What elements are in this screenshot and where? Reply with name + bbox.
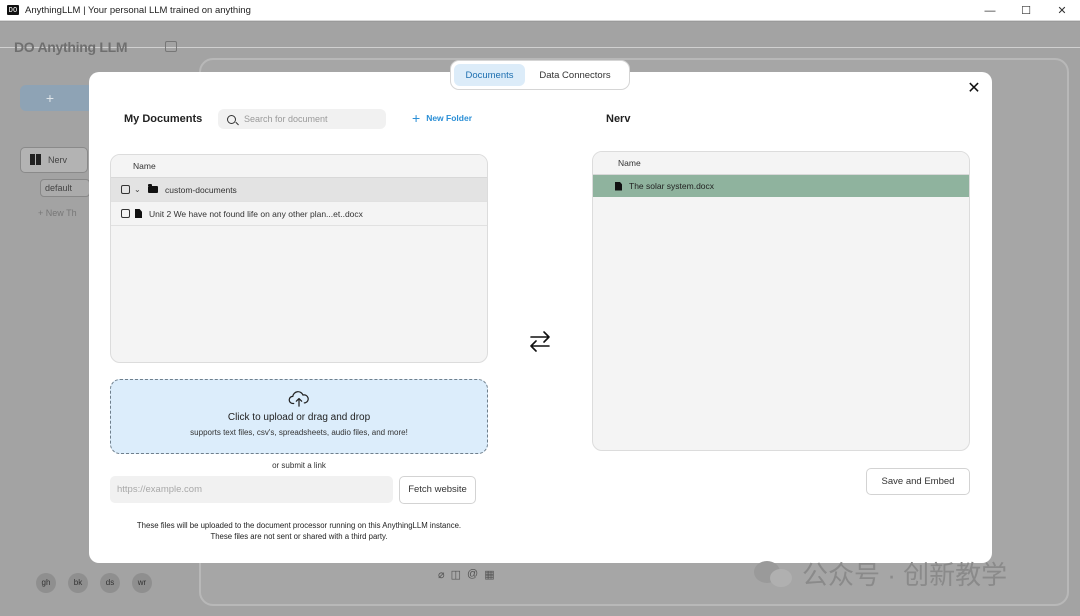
document-search[interactable]: [218, 109, 386, 129]
disclaimer-line-1: These files will be uploaded to the docu…: [136, 521, 462, 530]
folder-name: custom-documents: [165, 184, 237, 195]
url-input[interactable]: [110, 476, 393, 503]
workspace-grid-icon: [30, 154, 41, 165]
upload-disclaimer: These files will be uploaded to the docu…: [110, 520, 488, 542]
new-folder-button[interactable]: + New Folder: [412, 110, 472, 126]
background-new-thread: + New Th: [38, 208, 77, 218]
my-documents-panel: Name ⌄ custom-documents Unit 2 We have n…: [110, 154, 488, 363]
fetch-website-button[interactable]: Fetch website: [399, 476, 476, 504]
cloud-upload-icon: [288, 391, 309, 407]
workspace-column-header-name: Name: [593, 152, 969, 175]
swap-arrows-icon: [530, 331, 550, 352]
paperclip-icon: ⌀: [438, 569, 445, 581]
workspace-documents-panel: Name The solar system.docx: [592, 151, 970, 451]
modal-tabs: Documents Data Connectors: [450, 60, 630, 90]
background-footer-icons: gh bk ds wr: [36, 573, 152, 593]
or-submit-link-label: or submit a link: [272, 461, 326, 470]
file-name: Unit 2 We have not found life on any oth…: [149, 208, 363, 219]
minimize-button[interactable]: —: [972, 0, 1008, 21]
workspace-file-row[interactable]: The solar system.docx: [593, 175, 969, 197]
folder-row[interactable]: ⌄ custom-documents: [111, 178, 487, 202]
maximize-button[interactable]: ☐: [1008, 0, 1044, 21]
disclaimer-line-2: These files are not sent or shared with …: [210, 532, 388, 541]
chevron-down-icon[interactable]: ⌄: [134, 185, 144, 194]
background-divider: [0, 47, 1080, 48]
folder-icon: [148, 184, 158, 193]
search-input[interactable]: [244, 114, 384, 124]
close-modal-button[interactable]: ✕: [966, 81, 982, 97]
save-and-embed-button[interactable]: Save and Embed: [866, 468, 970, 495]
github-icon: gh: [36, 573, 56, 593]
slash-icon: ◫: [450, 569, 462, 581]
file-icon: [615, 181, 622, 191]
my-documents-title: My Documents: [124, 113, 203, 125]
wechat-icon: [754, 559, 794, 589]
watermark: 公众号 · 创新教学: [754, 555, 1007, 592]
upload-subtitle: supports text files, csv's, spreadsheets…: [190, 428, 408, 437]
background-thread-default: default: [40, 179, 90, 197]
plus-icon: +: [412, 110, 421, 126]
at-icon: @: [467, 568, 479, 580]
upload-title: Click to upload or drag and drop: [227, 412, 371, 423]
discord-icon: ds: [100, 573, 120, 593]
window-controls: — ☐ ✕: [972, 0, 1080, 21]
background-logo: DO Anything LLM: [14, 39, 128, 55]
column-header-name: Name: [111, 155, 487, 178]
workspace-file-name: The solar system.docx: [629, 181, 715, 191]
tab-documents[interactable]: Documents: [454, 64, 525, 86]
window-titlebar: DO AnythingLLM | Your personal LLM train…: [0, 0, 1080, 21]
background-workspace-label: Nerv: [48, 155, 68, 165]
book-icon: bk: [68, 573, 88, 593]
text-icon: ▦: [484, 569, 495, 581]
background-composer-icons: ⌀ ◫ @ ▦: [438, 568, 495, 581]
workspace-title: Nerv: [606, 113, 631, 125]
tab-data-connectors[interactable]: Data Connectors: [525, 64, 625, 86]
app-logo-icon: DO: [7, 5, 19, 15]
upload-dropzone[interactable]: Click to upload or drag and drop support…: [110, 379, 488, 454]
close-window-button[interactable]: ✕: [1044, 0, 1080, 21]
watermark-text: 公众号 · 创新教学: [802, 560, 1008, 590]
search-icon: [227, 114, 236, 124]
file-row[interactable]: Unit 2 We have not found life on any oth…: [111, 202, 487, 226]
sidebar-toggle-icon: [165, 41, 177, 52]
wrench-icon: wr: [132, 573, 152, 593]
file-icon: [135, 209, 142, 218]
folder-checkbox[interactable]: [121, 185, 130, 194]
file-checkbox[interactable]: [121, 209, 130, 218]
window-title: AnythingLLM | Your personal LLM trained …: [25, 4, 251, 16]
new-folder-label: New Folder: [426, 113, 472, 123]
